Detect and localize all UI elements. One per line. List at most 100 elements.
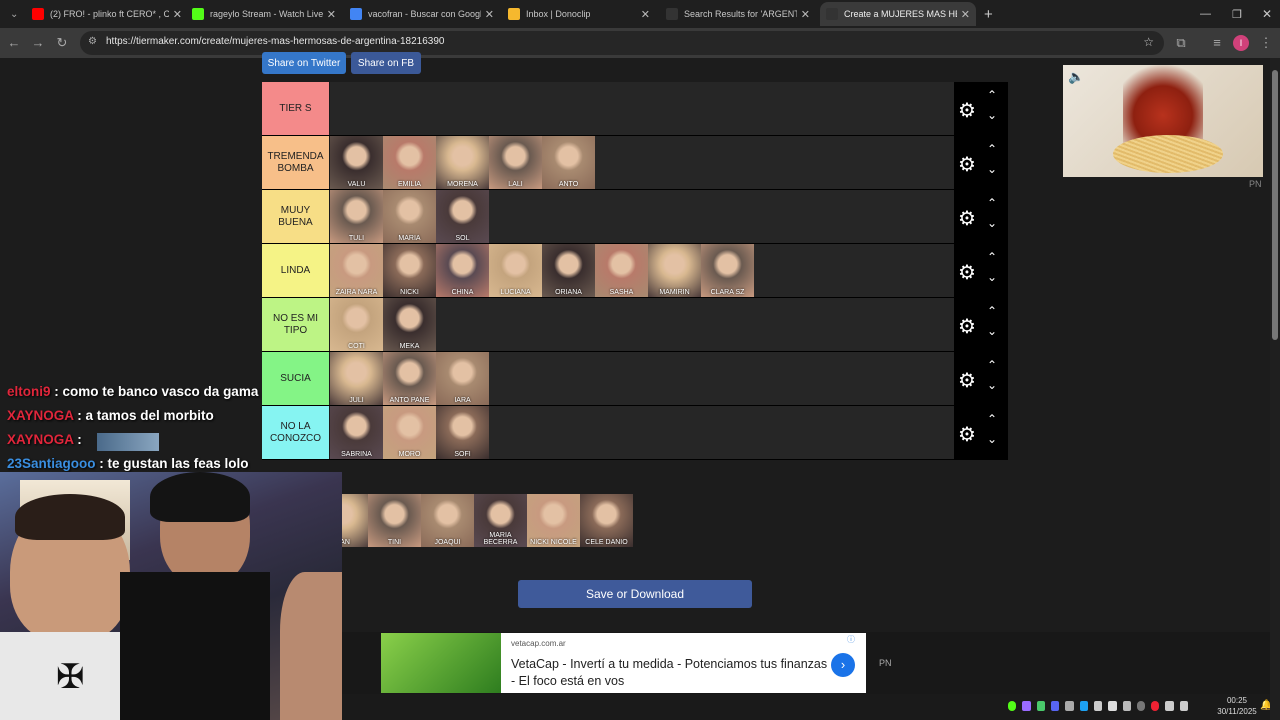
tray-app-icon[interactable] xyxy=(1079,701,1088,711)
tier-item-image[interactable]: SOFI xyxy=(436,406,489,459)
browser-tab[interactable]: rageylo Stream - Watch Live on ✕ xyxy=(186,2,342,26)
steam-icon[interactable] xyxy=(1136,701,1146,711)
move-up-icon[interactable]: ⌃ xyxy=(987,142,997,156)
browser-tab[interactable]: (2) FRO! - plinko ft CERO* , CLU ✕ xyxy=(26,2,188,26)
move-down-icon[interactable]: ⌄ xyxy=(987,432,997,446)
tier-item-image[interactable]: NICKI xyxy=(383,244,436,297)
move-down-icon[interactable]: ⌄ xyxy=(987,270,997,284)
tier-label[interactable]: TIER S xyxy=(262,82,329,135)
tier-label[interactable]: SUCIA xyxy=(262,352,329,405)
move-down-icon[interactable]: ⌄ xyxy=(987,162,997,176)
tier-item-image[interactable]: MEKA xyxy=(383,298,436,351)
close-tab-icon[interactable]: ✕ xyxy=(801,8,810,21)
clock-time[interactable]: 00:25 xyxy=(1212,696,1262,705)
tier-item-image[interactable]: TULI xyxy=(330,190,383,243)
clock-date[interactable]: 30/11/2025 xyxy=(1212,707,1262,716)
browser-tab[interactable]: Inbox | Donoclip ✕ xyxy=(502,2,656,26)
tier-dropzone[interactable] xyxy=(330,82,954,135)
tray-app-icon[interactable] xyxy=(1108,701,1117,711)
restore-window-button[interactable]: ❐ xyxy=(1226,2,1246,26)
close-tab-icon[interactable]: ✕ xyxy=(485,8,494,21)
ad-banner[interactable]: vetacap.com.ar VetaCap - Invertí a tu me… xyxy=(381,633,866,693)
network-icon[interactable] xyxy=(1165,701,1174,711)
move-down-icon[interactable]: ⌄ xyxy=(987,108,997,122)
browser-tab[interactable]: Search Results for 'ARGENTINA' ✕ xyxy=(660,2,816,26)
tier-item-image[interactable]: SASHA xyxy=(595,244,648,297)
share-twitter-button[interactable]: Share on Twitter xyxy=(262,52,346,74)
tier-label[interactable]: LINDA xyxy=(262,244,329,297)
tier-item-image[interactable]: MORO xyxy=(383,406,436,459)
move-up-icon[interactable]: ⌃ xyxy=(987,196,997,210)
tier-item-image[interactable]: COTI xyxy=(330,298,383,351)
discord-icon[interactable] xyxy=(1050,701,1060,711)
tier-label[interactable]: NO LA CONOZCO xyxy=(262,406,329,459)
tray-app-icon[interactable] xyxy=(1022,701,1031,711)
close-tab-icon[interactable]: ✕ xyxy=(641,8,650,21)
gear-icon[interactable]: ⚙ xyxy=(958,98,976,123)
move-down-icon[interactable]: ⌄ xyxy=(987,216,997,230)
tier-dropzone[interactable]: JULI ANTO PANE IARA xyxy=(330,352,954,405)
forward-button[interactable]: → xyxy=(29,34,47,52)
ad-arrow-button[interactable]: › xyxy=(831,653,855,677)
close-tab-icon[interactable]: ✕ xyxy=(173,8,182,21)
tier-item-image[interactable]: SOL xyxy=(436,190,489,243)
address-bar[interactable]: ⚙ https://tiermaker.com/create/mujeres-m… xyxy=(80,31,1164,55)
browser-tab[interactable]: Create a MUJERES MAS HERMOSA ✕ xyxy=(820,2,976,26)
tier-item-image[interactable]: MARIA BECERRA xyxy=(474,494,527,547)
tier-item-image[interactable]: ANTO PANE xyxy=(383,352,436,405)
tier-item-image[interactable]: LUCIANA xyxy=(489,244,542,297)
gear-icon[interactable]: ⚙ xyxy=(958,422,976,447)
mute-icon[interactable]: 🔈 xyxy=(1068,69,1084,85)
bookmark-star-icon[interactable]: ☆ xyxy=(1143,35,1154,49)
tier-dropzone[interactable]: SABRINA MORO SOFI xyxy=(330,406,954,459)
tier-dropzone[interactable]: COTI MEKA xyxy=(330,298,954,351)
tier-item-image[interactable]: ANTO xyxy=(542,136,595,189)
browser-menu-icon[interactable]: ⋮ xyxy=(1257,34,1275,52)
reload-button[interactable]: ↻ xyxy=(53,34,71,52)
move-down-icon[interactable]: ⌄ xyxy=(987,324,997,338)
tier-item-image[interactable]: IARA xyxy=(436,352,489,405)
tab-search-menu-button[interactable]: ⌄ xyxy=(4,2,22,26)
save-download-button[interactable]: Save or Download xyxy=(518,580,752,608)
site-info-icon[interactable]: ⚙ xyxy=(88,36,97,47)
tier-dropzone[interactable]: TULI MARIA SOL xyxy=(330,190,954,243)
volume-icon[interactable] xyxy=(1179,701,1189,711)
tier-dropzone[interactable]: ZAIRA NARA NICKI CHINA LUCIANA ORIANA SASHA MA… xyxy=(330,244,954,297)
tier-item-image[interactable]: CLARA SZ xyxy=(701,244,754,297)
extensions-icon[interactable]: ⧉ xyxy=(1172,34,1190,52)
browser-tab[interactable]: vacofran - Buscar con Google ✕ xyxy=(344,2,500,26)
gear-icon[interactable]: ⚙ xyxy=(958,152,976,177)
tier-label[interactable]: TREMENDA BOMBA xyxy=(262,136,329,189)
move-down-icon[interactable]: ⌄ xyxy=(987,378,997,392)
tier-item-image[interactable]: EMILIA xyxy=(383,136,436,189)
move-up-icon[interactable]: ⌃ xyxy=(987,412,997,426)
tier-item-image[interactable]: CHINA xyxy=(436,244,489,297)
move-up-icon[interactable]: ⌃ xyxy=(987,304,997,318)
tier-item-image[interactable]: SABRINA xyxy=(330,406,383,459)
tier-item-image[interactable]: CELE DANIO xyxy=(580,494,633,547)
close-window-button[interactable]: ✕ xyxy=(1256,2,1276,26)
tray-app-icon[interactable] xyxy=(1065,701,1074,711)
profile-avatar[interactable]: I xyxy=(1233,35,1249,51)
tier-item-image[interactable]: MARIA xyxy=(383,190,436,243)
media-control-icon[interactable]: ≡ xyxy=(1208,34,1226,52)
move-up-icon[interactable]: ⌃ xyxy=(987,358,997,372)
gear-icon[interactable]: ⚙ xyxy=(958,368,976,393)
gear-icon[interactable]: ⚙ xyxy=(958,206,976,231)
tier-dropzone[interactable]: VALU EMILIA MORENA LALI ANTO xyxy=(330,136,954,189)
tier-item-image[interactable]: JOAQUI xyxy=(421,494,474,547)
page-scrollbar-thumb[interactable] xyxy=(1272,70,1278,340)
tier-item-image[interactable]: LALI xyxy=(489,136,542,189)
move-up-icon[interactable]: ⌃ xyxy=(987,250,997,264)
tray-app-icon[interactable] xyxy=(1008,701,1017,711)
minimize-window-button[interactable]: — xyxy=(1194,2,1214,26)
back-button[interactable]: ← xyxy=(5,34,23,52)
tier-item-image[interactable]: MORENA xyxy=(436,136,489,189)
tier-item-image[interactable]: ZAIRA NARA xyxy=(330,244,383,297)
close-tab-icon[interactable]: ✕ xyxy=(327,8,336,21)
tier-label[interactable]: MUUY BUENA xyxy=(262,190,329,243)
ad-info-icon[interactable]: ⓘ xyxy=(847,634,855,645)
tray-app-icon[interactable] xyxy=(1122,701,1131,711)
gear-icon[interactable]: ⚙ xyxy=(958,260,976,285)
tier-label[interactable]: NO ES MI TIPO xyxy=(262,298,329,351)
